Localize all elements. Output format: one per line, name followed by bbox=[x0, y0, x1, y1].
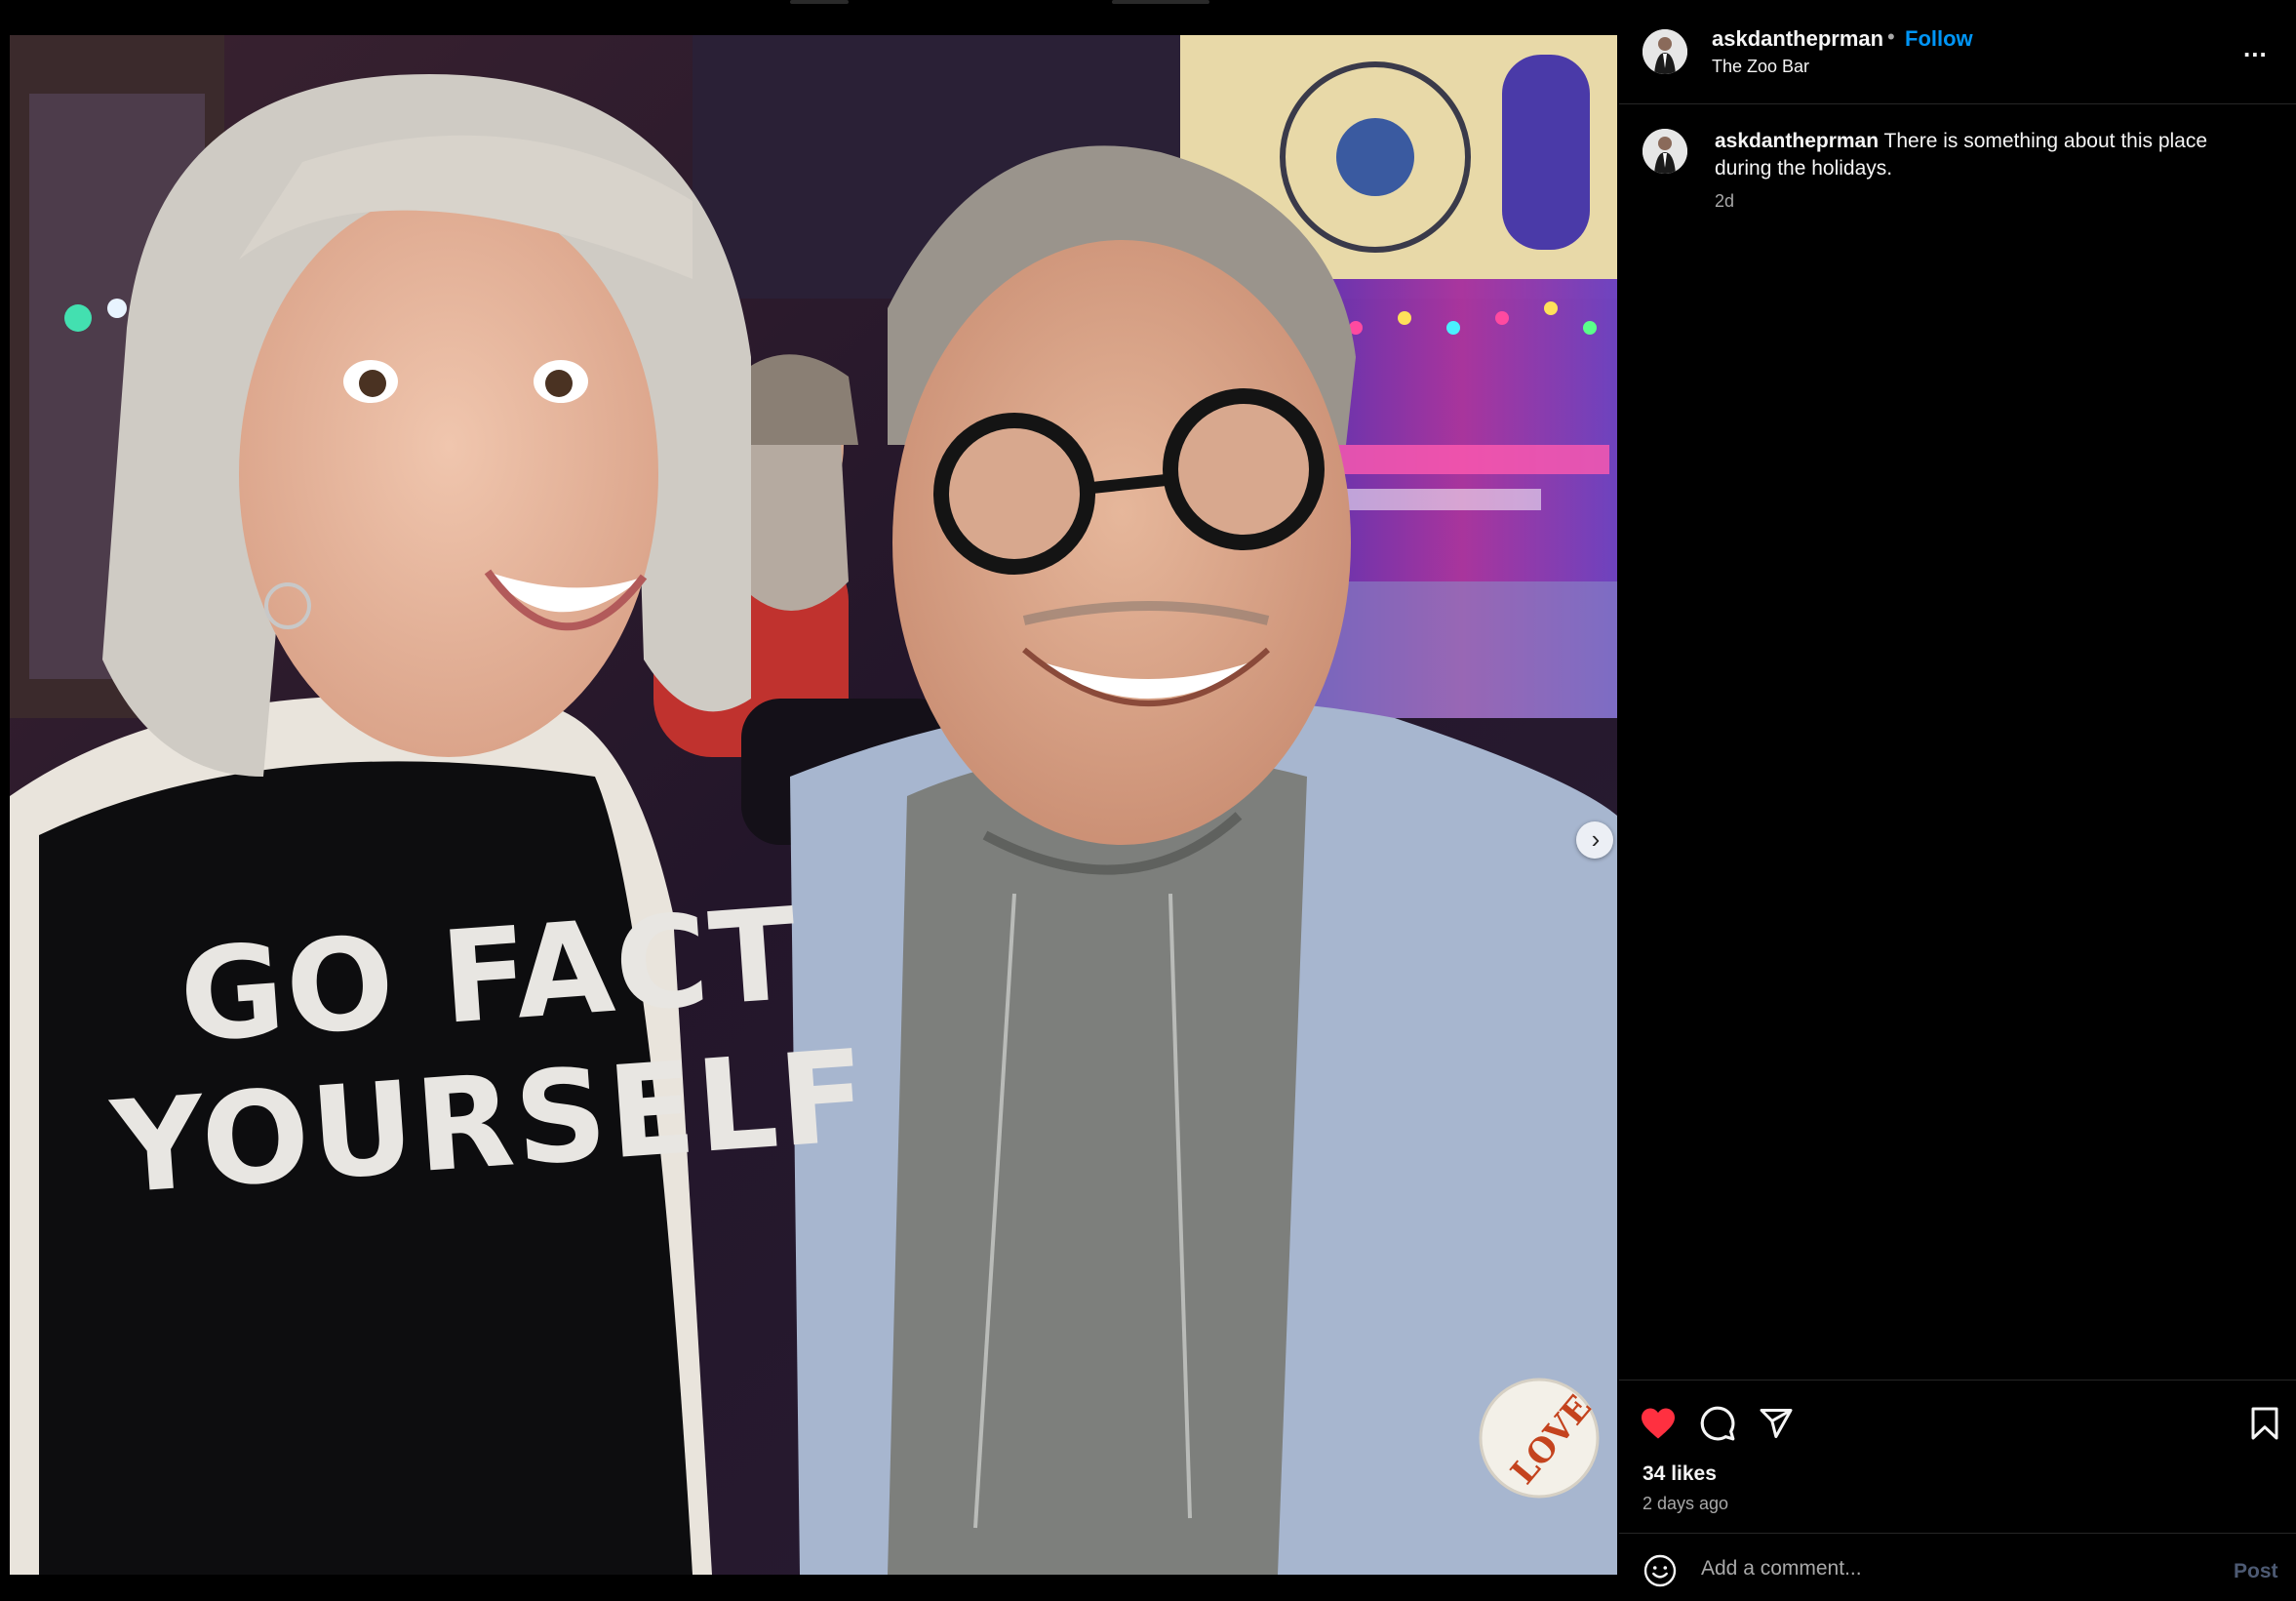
top-crop-fragment bbox=[790, 0, 1258, 6]
post-comment-button[interactable]: Post bbox=[2234, 1560, 2278, 1583]
avatar[interactable] bbox=[1643, 129, 1687, 174]
comment-bubble-icon bbox=[1700, 1406, 1735, 1441]
avatar[interactable] bbox=[1643, 29, 1687, 74]
comment-bar: Post bbox=[1619, 1533, 2296, 1601]
smiley-icon bbox=[1643, 1554, 1677, 1587]
likes-count[interactable]: 34 likes bbox=[1643, 1462, 1717, 1486]
avatar-image bbox=[1643, 29, 1687, 74]
caption-text-block: askdantheprman There is something about … bbox=[1715, 128, 2261, 182]
post-photo bbox=[10, 35, 1617, 1575]
chevron-right-icon: › bbox=[1591, 824, 1601, 854]
comment-input[interactable] bbox=[1699, 1549, 2171, 1588]
caption-username[interactable]: askdantheprman bbox=[1715, 130, 1879, 152]
post-actions: 34 likes 2 days ago bbox=[1619, 1380, 2296, 1527]
header-separator: • bbox=[1887, 24, 1895, 49]
post-date: 2 days ago bbox=[1643, 1494, 1729, 1513]
header-username[interactable]: askdantheprman bbox=[1712, 26, 1883, 52]
heart-filled-icon bbox=[1642, 1408, 1675, 1439]
next-media-button[interactable]: › bbox=[1576, 821, 1613, 859]
bookmark-icon bbox=[2251, 1407, 2278, 1440]
like-button[interactable] bbox=[1639, 1404, 1678, 1443]
share-button[interactable] bbox=[1757, 1404, 1796, 1443]
save-button[interactable] bbox=[2245, 1404, 2284, 1443]
caption-timestamp[interactable]: 2d bbox=[1715, 191, 1734, 212]
post-media[interactable]: GO FACT YOURSELF LOVE › bbox=[10, 35, 1617, 1575]
more-options-button[interactable]: ... bbox=[2243, 33, 2268, 63]
post-header: askdantheprman • Follow The Zoo Bar ... bbox=[1619, 0, 2296, 104]
follow-button[interactable]: Follow bbox=[1905, 26, 1973, 52]
location-link[interactable]: The Zoo Bar bbox=[1712, 57, 1809, 77]
comment-button[interactable] bbox=[1698, 1404, 1737, 1443]
post-side-panel: askdantheprman • Follow The Zoo Bar ... … bbox=[1619, 0, 2296, 1600]
avatar-image bbox=[1643, 129, 1687, 174]
emoji-picker-button[interactable] bbox=[1643, 1553, 1678, 1588]
shirt-text: GO FACT YOURSELF bbox=[49, 874, 906, 1224]
paper-plane-icon bbox=[1760, 1409, 1793, 1438]
